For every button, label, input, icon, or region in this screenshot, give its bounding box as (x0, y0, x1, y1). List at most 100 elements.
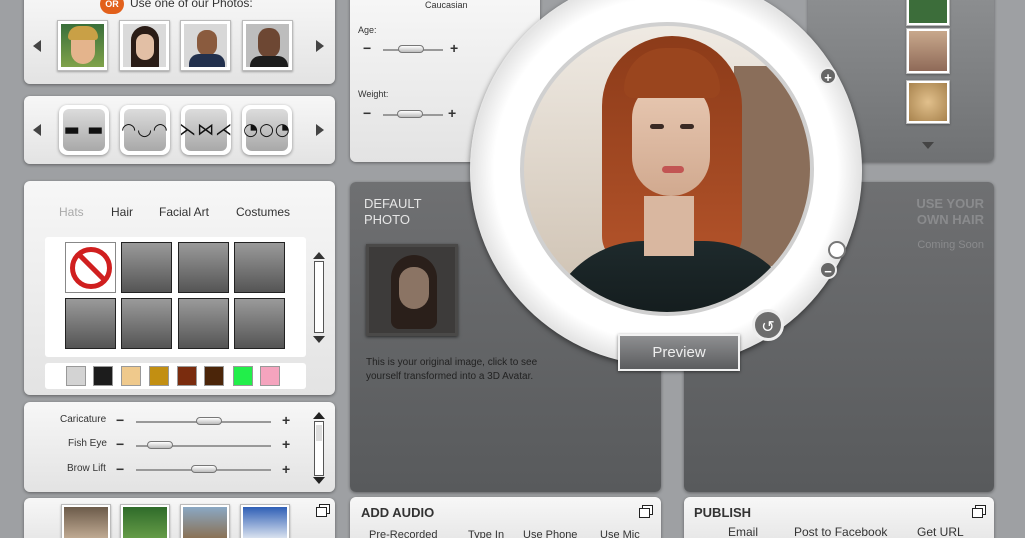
weight-plus[interactable]: + (448, 106, 456, 120)
characters-scroll-down-arrow[interactable] (922, 142, 934, 149)
styles-scrollbar[interactable] (314, 261, 324, 333)
hair-color-swatch[interactable] (149, 366, 169, 386)
hair-color-swatch[interactable] (233, 366, 253, 386)
hair-style-2[interactable] (178, 242, 229, 293)
caricature-plus[interactable]: + (282, 413, 290, 427)
stock-photo-2[interactable] (119, 20, 170, 71)
sliders-scroll-down-arrow[interactable] (313, 477, 325, 484)
age-minus[interactable]: − (363, 41, 371, 55)
ethnicity-value: Caucasian (425, 0, 468, 10)
brow-lift-label: Brow Lift (67, 463, 106, 474)
tab-hair[interactable]: Hair (111, 205, 133, 219)
zoom-slider-handle[interactable] (828, 241, 846, 259)
hair-styles-grid (45, 237, 306, 357)
preview-button[interactable]: Preview (618, 334, 740, 371)
audio-option-use-mic[interactable]: Use Mic (600, 529, 640, 538)
fish-eye-plus[interactable]: + (282, 437, 290, 451)
styles-panel: Hats Hair Facial Art Costumes (24, 181, 335, 395)
hair-color-swatch[interactable] (260, 366, 280, 386)
weight-slider[interactable] (397, 110, 424, 118)
publish-option-email[interactable]: Email (728, 525, 758, 538)
stock-photo-4[interactable] (242, 20, 293, 71)
background-thumb-1[interactable] (61, 504, 111, 538)
hair-color-swatch[interactable] (204, 366, 224, 386)
hair-style-4[interactable] (65, 298, 116, 349)
own-hair-title-line2: OWN HAIR (916, 212, 984, 227)
add-audio-title: ADD AUDIO (361, 505, 435, 520)
expand-icon[interactable] (316, 504, 330, 517)
fish-eye-minus[interactable]: − (116, 437, 124, 451)
photos-heading: Use one of our Photos: (130, 0, 253, 10)
default-photo-title-line2: PHOTO (364, 212, 410, 227)
rotate-reset-button[interactable]: ↺ (752, 309, 784, 341)
character-thumb-1[interactable] (906, 0, 950, 26)
background-thumb-3[interactable] (180, 504, 230, 538)
expressions-prev-arrow[interactable] (33, 124, 41, 136)
styles-scroll-down-arrow[interactable] (313, 336, 325, 343)
audio-option-use-phone[interactable]: Use Phone (523, 529, 577, 538)
stock-photos-panel: OR Use one of our Photos: (24, 0, 335, 84)
publish-expand-icon[interactable] (972, 505, 986, 518)
expression-angry[interactable]: ⋋⋈⋌ (179, 105, 232, 155)
avatar-preview[interactable] (520, 22, 814, 316)
hair-color-swatch[interactable] (66, 366, 86, 386)
age-label: Age: (358, 25, 377, 35)
stock-photo-1[interactable] (57, 20, 108, 71)
tab-hats[interactable]: Hats (59, 205, 84, 219)
background-thumb-4[interactable] (240, 504, 290, 538)
default-photo-description: This is your original image, click to se… (366, 357, 538, 382)
photos-prev-arrow[interactable] (33, 40, 41, 52)
styles-scroll-up-arrow[interactable] (313, 252, 325, 259)
age-plus[interactable]: + (450, 41, 458, 55)
audio-option-type-in[interactable]: Type In (468, 529, 504, 538)
expression-neutral[interactable]: ▬ ▬ (59, 105, 109, 155)
hair-style-7[interactable] (234, 298, 285, 349)
sliders-scroll-up-arrow[interactable] (313, 412, 325, 419)
hair-style-1[interactable] (121, 242, 172, 293)
zoom-out-button[interactable]: − (819, 261, 837, 279)
fish-eye-label: Fish Eye (68, 438, 107, 449)
or-badge: OR (100, 0, 124, 14)
fish-eye-slider[interactable] (146, 441, 173, 449)
no-symbol-icon (70, 247, 112, 289)
brow-lift-slider[interactable] (190, 465, 217, 473)
sliders-scrollbar[interactable] (314, 421, 324, 476)
publish-panel: PUBLISH Email Post to Facebook Get URL (684, 497, 994, 538)
hair-color-swatch[interactable] (177, 366, 197, 386)
background-thumb-2[interactable] (120, 504, 170, 538)
caricature-minus[interactable]: − (116, 413, 124, 427)
publish-option-get-url[interactable]: Get URL (917, 525, 964, 538)
stock-photo-3[interactable] (180, 20, 231, 71)
audio-expand-icon[interactable] (639, 505, 653, 518)
caricature-label: Caricature (60, 414, 107, 425)
character-thumb-3[interactable] (906, 80, 950, 124)
hair-style-5[interactable] (121, 298, 172, 349)
photos-next-arrow[interactable] (316, 40, 324, 52)
hair-style-3[interactable] (234, 242, 285, 293)
expressions-next-arrow[interactable] (316, 124, 324, 136)
expression-surprised[interactable]: ◔○◔ (242, 105, 292, 155)
publish-option-facebook[interactable]: Post to Facebook (794, 525, 887, 538)
brow-lift-minus[interactable]: − (116, 462, 124, 476)
caricature-slider[interactable] (195, 417, 222, 425)
publish-title: PUBLISH (694, 505, 752, 520)
hair-color-swatch[interactable] (93, 366, 113, 386)
default-photo-thumb[interactable] (366, 244, 458, 336)
expressions-panel: ▬ ▬ ◠◡◠ ⋋⋈⋌ ◔○◔ (24, 96, 335, 164)
hair-color-swatch[interactable] (121, 366, 141, 386)
hair-color-bar (45, 363, 306, 389)
expression-sad[interactable]: ◠◡◠ (120, 105, 170, 155)
hair-style-none[interactable] (65, 242, 116, 293)
weight-minus[interactable]: − (363, 106, 371, 120)
age-slider[interactable] (398, 45, 425, 53)
hair-style-6[interactable] (178, 298, 229, 349)
tab-costumes[interactable]: Costumes (236, 205, 290, 219)
tab-facial-art[interactable]: Facial Art (159, 205, 209, 219)
weight-label: Weight: (358, 89, 389, 99)
add-audio-panel: ADD AUDIO Pre-Recorded Type In Use Phone… (350, 497, 661, 538)
zoom-in-button[interactable]: + (819, 67, 837, 85)
backgrounds-panel (24, 498, 335, 538)
brow-lift-plus[interactable]: + (282, 462, 290, 476)
audio-option-pre-recorded[interactable]: Pre-Recorded (369, 529, 437, 538)
character-thumb-2[interactable] (906, 28, 950, 74)
